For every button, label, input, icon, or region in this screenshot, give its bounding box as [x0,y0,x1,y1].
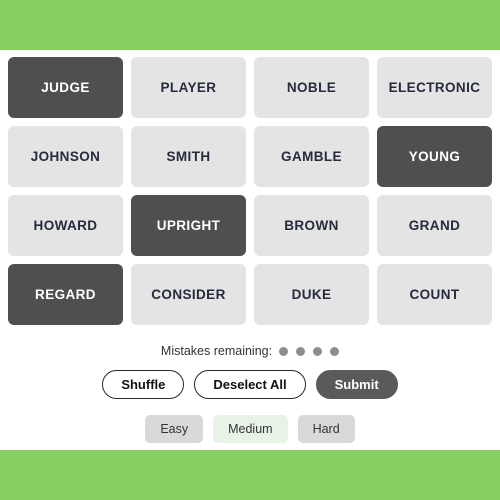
word-tile[interactable]: ELECTRONIC [377,57,492,118]
word-tile[interactable]: SMITH [131,126,246,187]
shuffle-button[interactable]: Shuffle [102,370,185,399]
word-tile[interactable]: BROWN [254,195,369,256]
word-tile[interactable]: YOUNG [377,126,492,187]
word-tile[interactable]: JUDGE [8,57,123,118]
word-tile[interactable]: REGARD [8,264,123,325]
word-tile[interactable]: DUKE [254,264,369,325]
word-grid: JUDGE PLAYER NOBLE ELECTRONIC JOHNSON SMITH GA… [8,57,492,325]
difficulty-selector: Easy Medium Hard [0,415,500,443]
deselect-all-button[interactable]: Deselect All [194,370,306,399]
word-tile[interactable]: GAMBLE [254,126,369,187]
mistakes-dots [279,346,340,356]
word-tile[interactable]: COUNT [377,264,492,325]
difficulty-option-medium[interactable]: Medium [213,415,288,443]
word-tile[interactable]: PLAYER [131,57,246,118]
word-tile[interactable]: HOWARD [8,195,123,256]
bottom-green-banner [0,450,500,500]
word-tile[interactable]: CONSIDER [131,264,246,325]
mistakes-label: Mistakes remaining: [160,344,273,358]
difficulty-option-easy[interactable]: Easy [145,415,204,443]
mistake-dot [330,346,340,356]
action-buttons: Shuffle Deselect All Submit [0,370,500,399]
mistake-dot [296,346,306,356]
top-green-banner [0,0,500,50]
word-tile[interactable]: JOHNSON [8,126,123,187]
mistake-dot [279,346,289,356]
mistakes-remaining: Mistakes remaining: [0,344,500,358]
submit-button[interactable]: Submit [315,370,398,399]
difficulty-option-hard[interactable]: Hard [297,415,355,443]
word-tile[interactable]: GRAND [377,195,492,256]
word-tile[interactable]: UPRIGHT [131,195,246,256]
mistake-dot [313,346,323,356]
word-tile[interactable]: NOBLE [254,57,369,118]
